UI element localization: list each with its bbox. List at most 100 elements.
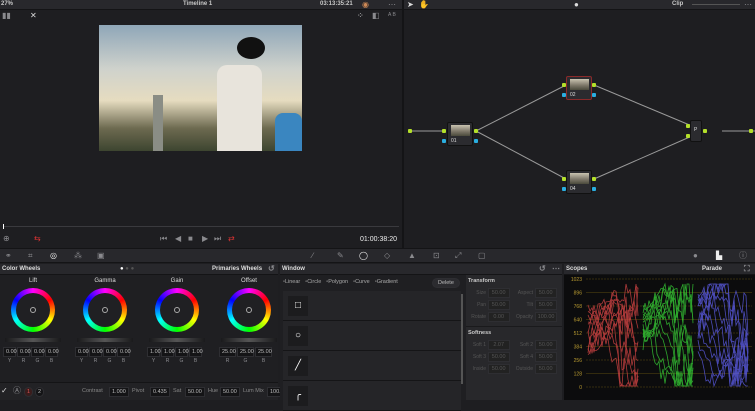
qualifier-icon[interactable]: ✎	[337, 252, 344, 260]
camera-raw-icon[interactable]: ⚭	[5, 252, 12, 260]
wheel-handle[interactable]	[174, 307, 180, 313]
softness-field[interactable]: Soft 2 50.00	[513, 340, 560, 350]
wheel-value-g[interactable]: 25.00	[237, 347, 254, 357]
skip-end-icon[interactable]: ⏭	[214, 235, 221, 243]
page-1-button[interactable]: 1	[24, 387, 34, 397]
loop-icon[interactable]: ⇄	[228, 235, 235, 243]
scope-mode-selector[interactable]: Parade	[702, 264, 722, 275]
reset-icon[interactable]: ↺	[268, 265, 275, 273]
color-wheel[interactable]	[155, 288, 199, 332]
info-icon[interactable]: ⓘ	[739, 252, 747, 260]
color-match-icon[interactable]: ⌗	[28, 252, 33, 260]
softness-field[interactable]: Inside 50.00	[466, 364, 513, 374]
param-hue[interactable]: 50.00	[220, 387, 240, 397]
window-tool-curve[interactable]: ▫Curve	[353, 279, 370, 285]
color-wheel[interactable]	[227, 288, 271, 332]
scrubber[interactable]	[3, 224, 399, 229]
window-row-linear[interactable]: □	[283, 291, 461, 321]
window-tool-polygon[interactable]: ▫Polygon	[326, 279, 348, 285]
more-icon[interactable]: ⋯	[388, 1, 396, 9]
page-dot-icon[interactable]: ●	[574, 1, 579, 9]
wheel-value-g[interactable]: 0.00	[31, 347, 45, 357]
delete-button[interactable]: Delete	[432, 278, 460, 288]
wheel-value-b[interactable]: 0.00	[117, 347, 131, 357]
highlight-icon[interactable]: ◉	[362, 1, 369, 9]
auto-balance-icon[interactable]: Ⓐ	[13, 387, 21, 395]
reset-icon[interactable]: ↺	[539, 265, 546, 273]
3d-icon[interactable]: ▢	[478, 252, 486, 260]
wheel-handle[interactable]	[102, 307, 108, 313]
transform-field[interactable]: Size 50.00	[466, 288, 513, 298]
zoom-level[interactable]: 27%	[1, 1, 13, 7]
color-wheel[interactable]	[83, 288, 127, 332]
master-wheel-slider[interactable]	[221, 338, 277, 342]
more-icon[interactable]: ⋯	[552, 265, 560, 273]
split-icon[interactable]: ◧	[372, 12, 380, 20]
hand-icon[interactable]: ✋	[419, 1, 429, 9]
node-02[interactable]: 02	[566, 76, 592, 100]
wheel-handle[interactable]	[246, 307, 252, 313]
scopes-icon[interactable]: ▙	[716, 252, 722, 260]
node-zoom-slider[interactable]	[692, 4, 740, 5]
softness-field[interactable]: Outside 50.00	[513, 364, 560, 374]
playhead[interactable]	[3, 224, 4, 229]
ab-icon[interactable]: A B	[388, 13, 396, 18]
picker-icon[interactable]: ✓	[1, 387, 8, 395]
wheel-value-y[interactable]: 0.00	[3, 347, 17, 357]
pointer-icon[interactable]: ➤	[407, 1, 414, 9]
param-pivot[interactable]: 0.435	[150, 387, 170, 397]
sizing-icon[interactable]: ⤢	[455, 252, 461, 260]
scrollbar[interactable]	[461, 294, 463, 384]
wheel-value-g[interactable]: 1.00	[175, 347, 189, 357]
rgb-mixer-icon[interactable]: ⁂	[74, 252, 82, 260]
window-tool-gradient[interactable]: ▫Gradient	[375, 279, 398, 285]
master-wheel-slider[interactable]	[77, 338, 133, 342]
softness-field[interactable]: Soft 4 50.00	[513, 352, 560, 362]
window-row-polygon[interactable]: ╱	[283, 351, 461, 381]
page-dots[interactable]: ● ● ●	[120, 264, 134, 275]
transform-field[interactable]: Tilt 50.00	[513, 300, 560, 310]
softness-field[interactable]: Soft 1 2.07	[466, 340, 513, 350]
wipe-icon[interactable]: ✕	[30, 12, 37, 20]
window-tool-linear[interactable]: ▫Linear	[283, 279, 300, 285]
play-icon[interactable]: ▶	[202, 235, 208, 243]
wheel-value-b[interactable]: 1.00	[189, 347, 203, 357]
window-tool-circle[interactable]: ▫Circle	[305, 279, 321, 285]
stills-icon[interactable]: ●	[693, 252, 698, 260]
node-01[interactable]: 01	[447, 122, 473, 146]
transform-field[interactable]: Aspect 50.00	[513, 288, 560, 298]
wheel-handle[interactable]	[30, 307, 36, 313]
transform-field[interactable]: Rotate 0.00	[466, 312, 513, 322]
wheel-mode-selector[interactable]: Primaries Wheels	[212, 264, 262, 275]
motion-effects-icon[interactable]: ▣	[97, 252, 105, 260]
gallery-icon[interactable]: ⁘	[357, 12, 364, 20]
wheel-value-g[interactable]: 0.00	[103, 347, 117, 357]
expand-icon[interactable]: ⛶	[744, 265, 750, 273]
output-dot[interactable]	[749, 129, 753, 133]
unmix-icon[interactable]: ⇆	[34, 235, 41, 243]
param-contrast[interactable]: 1.000	[109, 387, 129, 397]
viewer-mode-icon[interactable]: ⊕	[3, 235, 10, 243]
reverse-icon[interactable]: ◀	[175, 235, 181, 243]
color-wheel[interactable]	[11, 288, 55, 332]
key-icon[interactable]: ⊡	[433, 252, 440, 260]
wheel-value-r[interactable]: 1.00	[161, 347, 175, 357]
curves-icon[interactable]: ∕	[312, 252, 313, 260]
input-dot[interactable]	[408, 129, 412, 133]
wheel-value-r[interactable]: 0.00	[17, 347, 31, 357]
window-row-curve[interactable]: ╭	[283, 381, 461, 411]
wheel-value-y[interactable]: 1.00	[147, 347, 161, 357]
page-2-button[interactable]: 2	[35, 387, 45, 397]
skip-start-icon[interactable]: ⏮	[160, 235, 167, 243]
tracker-icon[interactable]: ◇	[384, 252, 390, 260]
window-icon[interactable]: ◯	[359, 252, 368, 260]
node-mode-selector[interactable]: Clip	[672, 1, 683, 7]
param-sat[interactable]: 50.00	[185, 387, 205, 397]
window-row-circle[interactable]: ○	[283, 321, 461, 351]
layout-icon[interactable]: ▮▮	[2, 12, 11, 20]
master-wheel-slider[interactable]	[149, 338, 205, 342]
color-wheels-icon[interactable]: ◎	[50, 252, 57, 260]
master-wheel-slider[interactable]	[5, 338, 61, 342]
transform-field[interactable]: Pan 50.00	[466, 300, 513, 310]
transform-field[interactable]: Opacity 100.00	[513, 312, 560, 322]
